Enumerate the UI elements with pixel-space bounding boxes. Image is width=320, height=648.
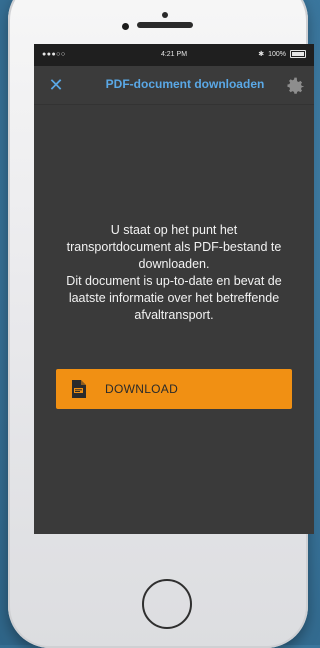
battery-icon bbox=[290, 50, 306, 58]
battery-percent: 100% bbox=[268, 50, 286, 58]
message-line: transportdocument als PDF-bestand te bbox=[66, 240, 282, 254]
status-bar: ●●●○○ 4:21 PM ✱ 100% bbox=[34, 44, 314, 66]
nav-bar: ✕ PDF-document downloaden bbox=[34, 66, 314, 105]
status-right: ✱ 100% bbox=[258, 50, 306, 58]
page-title: PDF-document downloaden bbox=[105, 77, 265, 91]
message-line: laatste informatie over het betreffende bbox=[68, 291, 280, 305]
earpiece-speaker bbox=[137, 22, 193, 28]
close-icon[interactable]: ✕ bbox=[44, 73, 68, 97]
bluetooth-icon: ✱ bbox=[258, 51, 265, 58]
message-line: U staat op het punt het bbox=[110, 223, 238, 237]
pdf-icon bbox=[72, 380, 86, 398]
message-line: afvaltransport. bbox=[134, 308, 214, 322]
front-camera bbox=[122, 23, 129, 30]
download-button[interactable]: DOWNLOAD bbox=[56, 369, 292, 409]
gear-icon[interactable] bbox=[284, 74, 306, 96]
home-button[interactable] bbox=[142, 579, 192, 629]
message-line: Dit document is up-to-date en bevat de bbox=[66, 274, 282, 288]
download-button-label: DOWNLOAD bbox=[105, 382, 179, 396]
proximity-sensor bbox=[162, 12, 168, 18]
phone-frame: ●●●○○ 4:21 PM ✱ 100% ✕ PDF-document down… bbox=[8, 0, 314, 648]
message-line: downloaden. bbox=[138, 257, 210, 271]
download-message: U staat op het punt het transportdocumen… bbox=[46, 222, 302, 324]
phone-screen: ●●●○○ 4:21 PM ✱ 100% ✕ PDF-document down… bbox=[34, 44, 314, 534]
